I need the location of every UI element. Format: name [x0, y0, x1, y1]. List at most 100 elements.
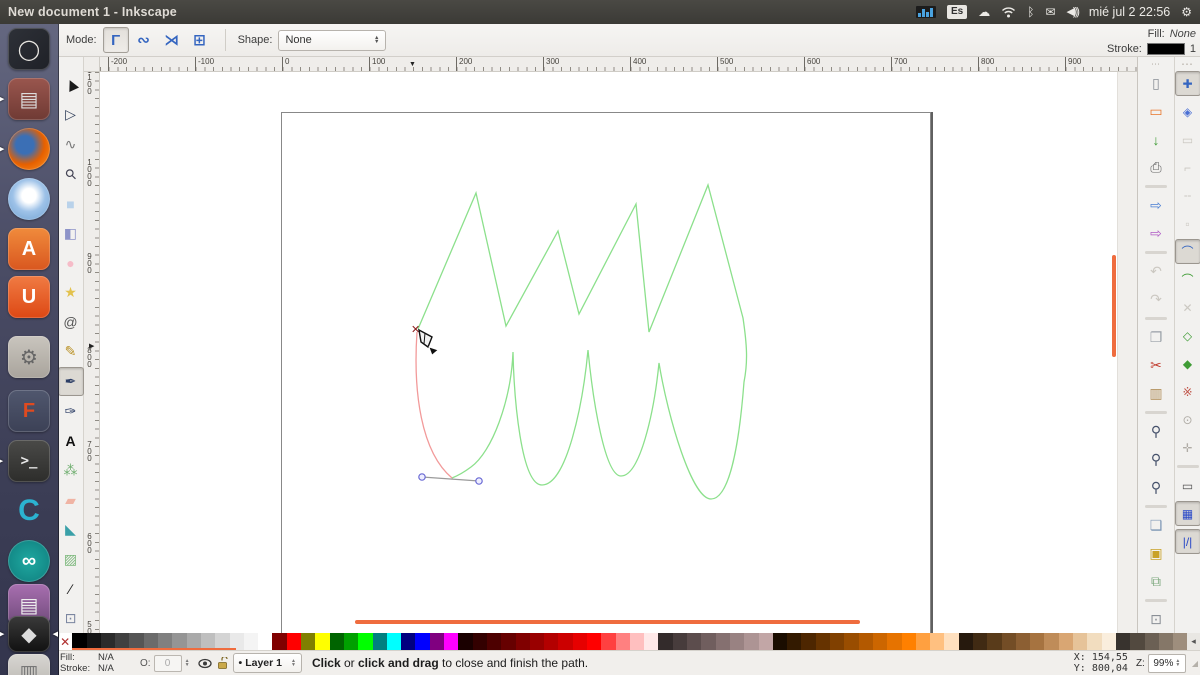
snap-guides-button[interactable]: |/| [1175, 529, 1200, 554]
stroke-width-value[interactable]: 1 [1190, 43, 1196, 55]
dropper-tool[interactable]: ∕ [58, 575, 84, 604]
palette-swatch[interactable] [558, 633, 572, 650]
palette-swatch[interactable] [1102, 633, 1116, 650]
snap-smooth-nodes-button[interactable]: ◆ [1175, 351, 1200, 376]
ubuntu-one[interactable]: U [8, 276, 50, 318]
palette-swatch[interactable] [501, 633, 515, 650]
palette-swatch[interactable] [859, 633, 873, 650]
c-ide[interactable]: C [8, 490, 50, 532]
palette-swatch[interactable] [1173, 633, 1187, 650]
palette-swatch[interactable] [916, 633, 930, 650]
palette-swatch[interactable] [944, 633, 958, 650]
pen-tool[interactable]: ✒ [58, 367, 84, 396]
opacity-input[interactable]: 0 [154, 655, 182, 672]
rectangle-tool[interactable]: ■ [58, 190, 84, 219]
palette-swatch[interactable] [887, 633, 901, 650]
mode-regular-bezier-button[interactable]: Γ [103, 27, 129, 53]
print-button[interactable]: ⎙ [1143, 155, 1169, 180]
files[interactable]: ▤▶ [8, 78, 50, 120]
gradient-tool[interactable]: ▨ [58, 545, 84, 574]
system-monitor-icon[interactable] [916, 6, 936, 18]
palette-swatch[interactable] [830, 633, 844, 650]
system-settings[interactable]: ⚙ [8, 336, 50, 378]
clone-button[interactable]: ▣ [1143, 541, 1169, 566]
palette-swatch[interactable] [458, 633, 472, 650]
save-button[interactable]: ↓ [1143, 127, 1169, 152]
mode-paraxial-segments-button[interactable]: ⊞ [187, 27, 213, 53]
palette-swatch[interactable] [844, 633, 858, 650]
palette-swatch[interactable] [344, 633, 358, 650]
clock[interactable]: mié jul 2 22:56 [1089, 5, 1170, 19]
paste-button[interactable]: ▥ [1143, 381, 1169, 406]
vertical-scrollbar[interactable] [1112, 255, 1116, 357]
shape-stepper[interactable]: ▲▼ [374, 36, 379, 45]
undo-button[interactable]: ↶ [1143, 259, 1169, 284]
palette-swatch[interactable] [730, 633, 744, 650]
palette-swatch[interactable] [387, 633, 401, 650]
palette-scroll-arrow[interactable]: ◂ [1187, 633, 1200, 650]
freecad[interactable]: F [8, 390, 50, 432]
snap-midpoints-button[interactable]: ※ [1175, 379, 1200, 404]
palette-swatch[interactable] [902, 633, 916, 650]
transform-dialog-button[interactable]: ⊡ [1143, 607, 1169, 632]
snap-path-intersections-button[interactable]: ✕ [1175, 295, 1200, 320]
arduino[interactable]: ∞ [8, 540, 50, 582]
pencil-tool[interactable]: ✎ [58, 338, 84, 367]
snap-object-centers-button[interactable]: ⊙ [1175, 407, 1200, 432]
separator[interactable] [1145, 185, 1167, 188]
palette-swatch[interactable] [1159, 633, 1173, 650]
snap-bbox-corners-button[interactable]: ⌐ [1175, 155, 1200, 180]
copy-button[interactable]: ❐ [1143, 325, 1169, 350]
vertical-ruler[interactable]: ▶ 11001000900800700600500 [84, 72, 100, 633]
palette-swatch[interactable] [258, 633, 272, 650]
zoom-stepper[interactable]: ▲▼ [1175, 659, 1180, 667]
session-gear-icon[interactable]: ⚙ [1181, 6, 1192, 18]
spiral-tool[interactable]: @ [58, 308, 84, 337]
palette-swatch[interactable] [959, 633, 973, 650]
opacity-stepper[interactable]: ▲▼ [185, 659, 190, 667]
sound-icon[interactable]: ◀))) [1066, 6, 1077, 18]
snap-bbox-edge-midpoints-button[interactable]: ╌ [1175, 183, 1200, 208]
window-resize-grip[interactable]: ◢ [1192, 659, 1200, 668]
star-tool[interactable]: ★ [58, 278, 84, 307]
toolbar-grip[interactable]: ⋯ [1143, 59, 1169, 69]
zoom-selection-button[interactable]: ⚲ [1143, 419, 1169, 444]
eraser-tool[interactable]: ▰ [58, 486, 84, 515]
zoom-page-button[interactable]: ⚲ [1143, 475, 1169, 500]
fill-value[interactable]: None [1170, 28, 1196, 40]
palette-swatch[interactable] [687, 633, 701, 650]
palette-swatch[interactable] [415, 633, 429, 650]
palette-swatch[interactable] [1059, 633, 1073, 650]
tweak-tool[interactable]: ∿ [58, 130, 84, 159]
palette-swatch[interactable] [801, 633, 815, 650]
palette-swatch[interactable] [759, 633, 773, 650]
trash[interactable]: ▥ [8, 654, 50, 675]
connector-tool[interactable]: ⊡ [58, 604, 84, 633]
horizontal-ruler[interactable]: ▼ -200-1000100200300400500600700800900 [100, 57, 1137, 72]
palette-swatch[interactable] [658, 633, 672, 650]
palette-swatch[interactable] [1030, 633, 1044, 650]
chromium[interactable] [8, 178, 50, 220]
snap-paths-button[interactable]: ⌒ [1175, 267, 1200, 292]
bluetooth-icon[interactable]: ᛒ [1027, 6, 1034, 18]
separator[interactable] [1145, 505, 1167, 508]
ellipse-tool[interactable]: ● [58, 249, 84, 278]
palette-swatch[interactable] [1002, 633, 1016, 650]
snap-bbox-edges-button[interactable]: ▭ [1175, 127, 1200, 152]
palette-swatch[interactable] [544, 633, 558, 650]
snap-cusp-nodes-button[interactable]: ◇ [1175, 323, 1200, 348]
palette-swatch[interactable] [573, 633, 587, 650]
separator[interactable] [1177, 465, 1199, 468]
snap-enable-button[interactable]: ✚ [1175, 71, 1200, 96]
palette-swatch[interactable] [358, 633, 372, 650]
mail-icon[interactable]: ✉ [1045, 6, 1055, 18]
palette-swatch[interactable] [330, 633, 344, 650]
palette-swatch[interactable] [1016, 633, 1030, 650]
separator[interactable] [1145, 251, 1167, 254]
box3d-tool[interactable]: ◧ [58, 219, 84, 248]
mode-spiro-button[interactable]: ∾ [131, 27, 157, 53]
calligraphy-tool[interactable]: ✑ [58, 397, 84, 426]
palette-swatch[interactable] [287, 633, 301, 650]
snap-bbox-button[interactable]: ◈ [1175, 99, 1200, 124]
palette-swatch[interactable] [601, 633, 615, 650]
